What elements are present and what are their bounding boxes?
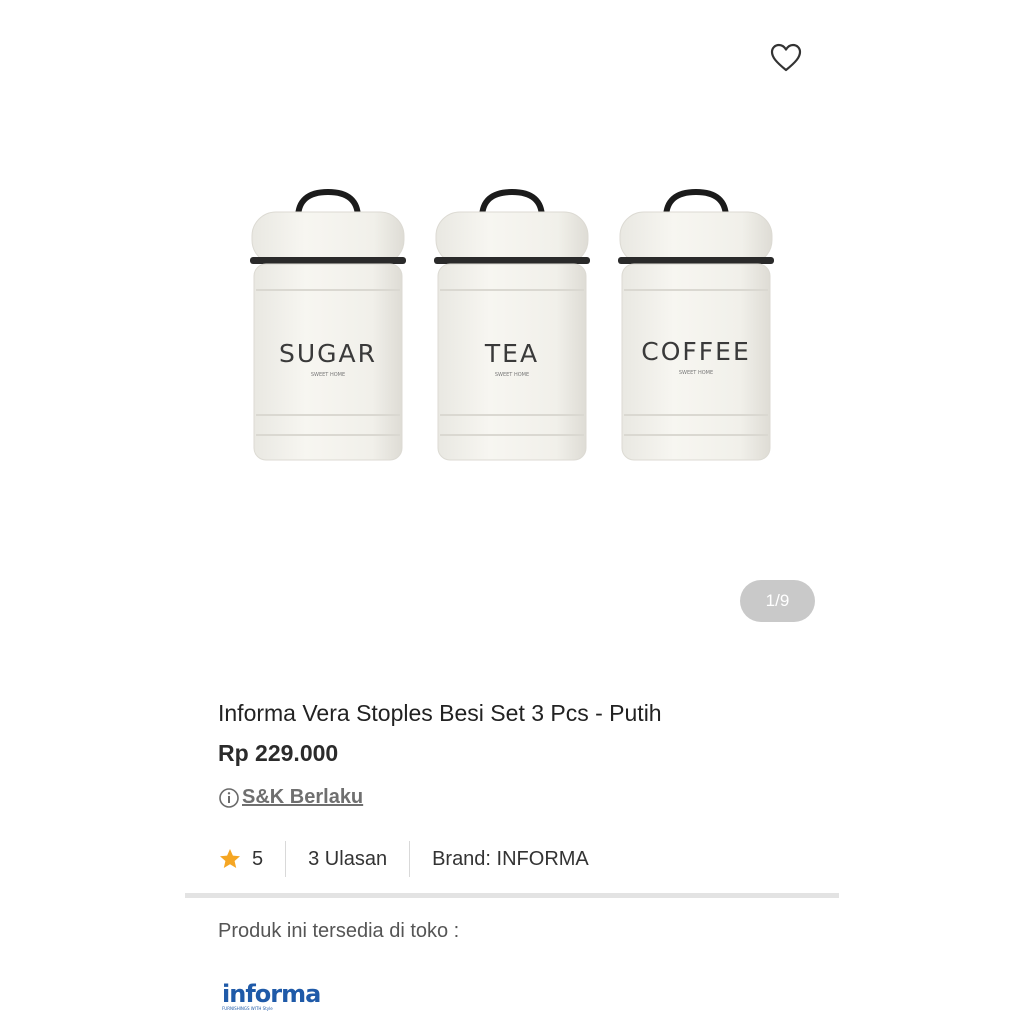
divider (409, 841, 411, 877)
rating-value: 5 (252, 847, 264, 870)
product-title: Informa Vera Stoples Besi Set 3 Pcs - Pu… (218, 700, 662, 726)
canister-label: SUGAR (279, 339, 377, 368)
wishlist-button[interactable] (766, 40, 806, 76)
canister-subtitle: SWEET HOME (679, 370, 713, 376)
review-count[interactable]: 3 Ulasan (308, 848, 387, 871)
star-icon (220, 849, 240, 868)
canister-sugar: SUGAR SWEET HOME (250, 188, 406, 461)
terms-link[interactable]: S&K Berlaku (218, 786, 363, 809)
informa-logo[interactable]: informa FURNISHINGS WITH Style (220, 976, 320, 1016)
canister-subtitle: SWEET HOME (311, 372, 345, 378)
canister-label: TEA (484, 339, 539, 368)
logo-text: informa (222, 980, 320, 1008)
brand-prefix: Brand: (432, 847, 497, 870)
product-price: Rp 229.000 (218, 740, 339, 766)
store-availability-text: Produk ini tersedia di toko : (218, 920, 460, 942)
product-image[interactable]: SUGAR SWEET HOME TEA SWEET HOME COFFEE S… (240, 180, 785, 480)
terms-label[interactable]: S&K Berlaku (242, 786, 363, 809)
heart-outline-icon (770, 43, 802, 72)
logo-tagline: FURNISHINGS WITH Style (222, 1006, 273, 1011)
section-divider (185, 893, 839, 898)
divider (285, 841, 287, 877)
canister-coffee: COFFEE SWEET HOME (618, 188, 774, 461)
product-meta: 5 3 Ulasan Brand: INFORMA (218, 840, 589, 878)
canister-tea: TEA SWEET HOME (434, 188, 590, 461)
image-counter: 1/9 (740, 580, 815, 622)
brand-name[interactable]: INFORMA (497, 848, 589, 871)
info-icon (219, 787, 239, 808)
canister-subtitle: SWEET HOME (495, 372, 529, 378)
canister-label: COFFEE (641, 337, 751, 366)
